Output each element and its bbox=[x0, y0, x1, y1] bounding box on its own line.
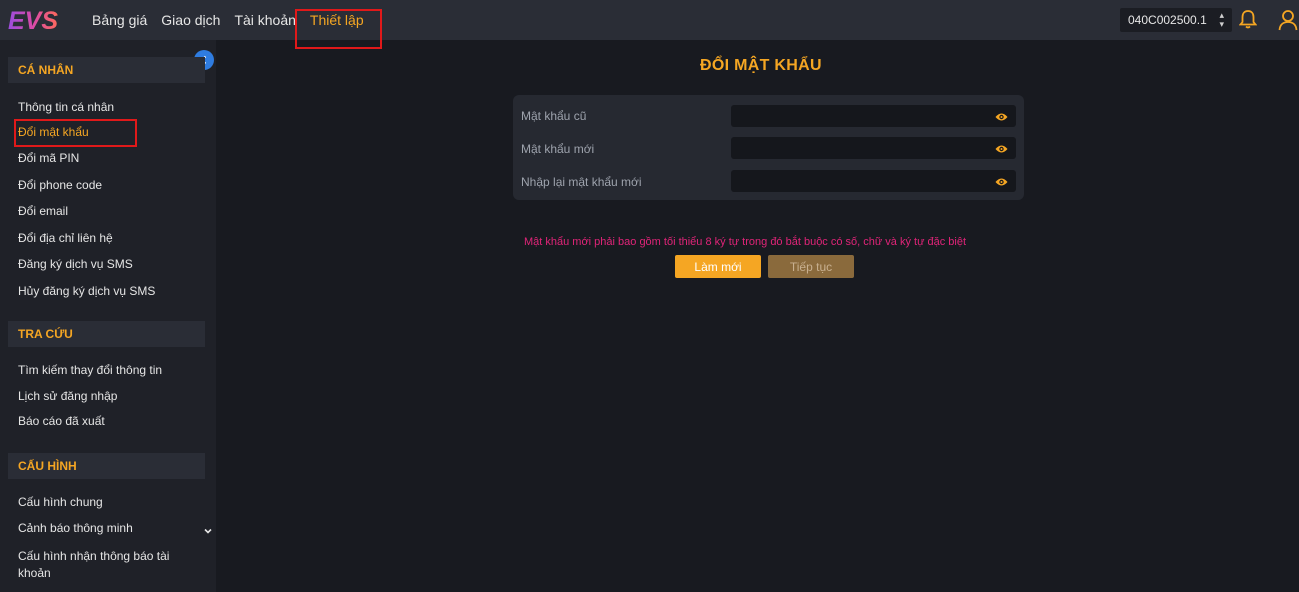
menu-doi-mat-khau[interactable]: Đổi mật khẩu bbox=[18, 125, 89, 139]
nav-giao-dich[interactable]: Giao dịch bbox=[161, 12, 220, 28]
password-form: Mật khẩu cũ Mật khẩu mới Nhập lại mật kh… bbox=[513, 95, 1024, 200]
menu-cau-hinh-chung[interactable]: Cấu hình chung bbox=[18, 495, 103, 509]
menu-doi-dia-chi[interactable]: Đổi địa chỉ liên hệ bbox=[18, 231, 113, 245]
password-rule-note: Mật khẩu mới phải bao gồm tối thiểu 8 ký… bbox=[524, 236, 967, 248]
account-select[interactable]: 040C002500.1 ▴ ▾ bbox=[1120, 8, 1232, 32]
new-password-input[interactable] bbox=[731, 137, 1016, 159]
old-password-input[interactable] bbox=[731, 105, 1016, 127]
menu-doi-ma-pin[interactable]: Đổi mã PIN bbox=[18, 151, 79, 165]
reset-button[interactable]: Làm mới bbox=[675, 255, 761, 278]
menu-bao-cao-da-xuat[interactable]: Báo cáo đã xuất bbox=[18, 414, 105, 428]
eye-icon[interactable] bbox=[995, 142, 1008, 160]
menu-dang-ky-sms[interactable]: Đăng ký dịch vụ SMS bbox=[18, 257, 133, 271]
continue-button[interactable]: Tiếp tục bbox=[768, 255, 854, 278]
main-nav: Bảng giá Giao dịch Tài khoản Thiết lập bbox=[92, 12, 378, 28]
account-value: 040C002500.1 bbox=[1128, 13, 1207, 27]
top-bar: EVS Bảng giá Giao dịch Tài khoản Thiết l… bbox=[0, 0, 1299, 49]
page-title: ĐỔI MẬT KHẨU bbox=[700, 57, 822, 74]
menu-tim-kiem-thay-doi[interactable]: Tìm kiếm thay đổi thông tin bbox=[18, 363, 162, 377]
section-cau-hinh: CẤU HÌNH bbox=[8, 453, 205, 479]
menu-cau-hinh-nhan-thong-bao-cont[interactable]: khoản bbox=[18, 566, 51, 580]
old-password-label: Mật khẩu cũ bbox=[521, 109, 587, 123]
eye-icon[interactable] bbox=[995, 110, 1008, 128]
menu-cau-hinh-nhan-thong-bao[interactable]: Cấu hình nhận thông báo tài bbox=[18, 549, 169, 563]
confirm-password-label: Nhập lại mật khẩu mới bbox=[521, 175, 642, 189]
menu-doi-phone-code[interactable]: Đổi phone code bbox=[18, 178, 102, 192]
menu-lich-su-dang-nhap[interactable]: Lịch sử đăng nhập bbox=[18, 389, 117, 403]
new-password-label: Mật khẩu mới bbox=[521, 142, 595, 156]
nav-bang-gia[interactable]: Bảng giá bbox=[92, 12, 147, 28]
user-icon[interactable] bbox=[1278, 9, 1299, 36]
bell-icon[interactable] bbox=[1238, 9, 1258, 34]
menu-huy-dang-ky-sms[interactable]: Hủy đăng ký dịch vụ SMS bbox=[18, 284, 155, 298]
menu-thong-tin-ca-nhan[interactable]: Thông tin cá nhân bbox=[18, 100, 114, 114]
menu-canh-bao-thong-minh[interactable]: Cảnh báo thông minh bbox=[18, 521, 133, 535]
eye-icon[interactable] bbox=[995, 175, 1008, 193]
section-tra-cuu: TRA CỨU bbox=[8, 321, 205, 347]
logo-text: EVS bbox=[8, 7, 58, 33]
menu-doi-email[interactable]: Đổi email bbox=[18, 204, 68, 218]
nav-thiet-lap[interactable]: Thiết lập bbox=[310, 12, 364, 28]
confirm-password-input[interactable] bbox=[731, 170, 1016, 192]
logo-mark: EVS bbox=[8, 7, 58, 33]
sidebar: CÁ NHÂN Thông tin cá nhân Đổi mật khẩu Đ… bbox=[0, 40, 216, 592]
nav-tai-khoan[interactable]: Tài khoản bbox=[234, 12, 295, 28]
logo[interactable]: EVS bbox=[6, 6, 78, 34]
chevron-down-icon[interactable] bbox=[204, 522, 212, 540]
section-ca-nhan: CÁ NHÂN bbox=[8, 57, 205, 83]
select-arrows-icon: ▴ ▾ bbox=[1219, 10, 1224, 29]
